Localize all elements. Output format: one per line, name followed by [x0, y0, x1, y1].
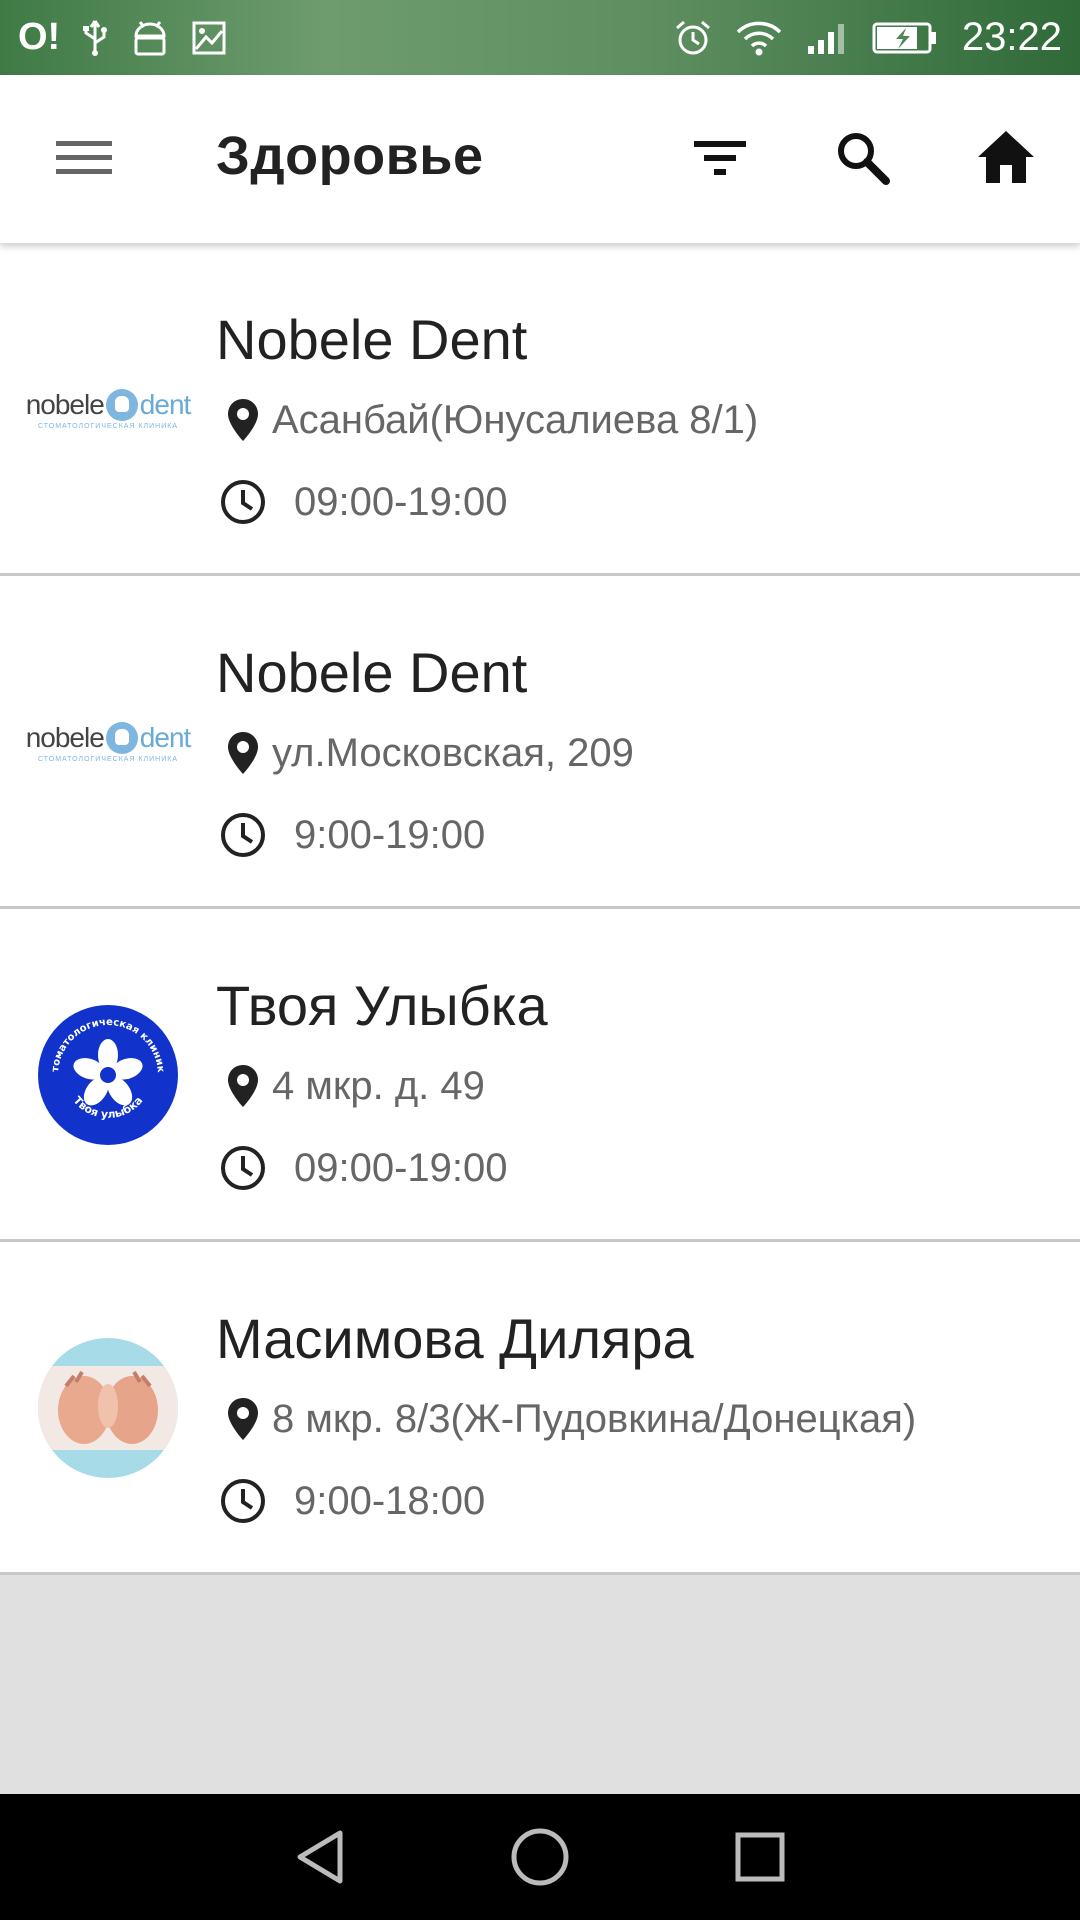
- status-right: 23:22: [674, 15, 1062, 60]
- item-title: Масимова Диляра: [216, 1307, 694, 1370]
- filter-icon[interactable]: [688, 125, 752, 189]
- hours-row: 9:00-18:00: [216, 1474, 485, 1528]
- list-item[interactable]: Масимова Диляра 8 мкр. 8/3(Ж-Пудовкина/Д…: [0, 1242, 1080, 1575]
- list-item[interactable]: nobele dent СТОМАТОЛОГИЧЕСКАЯ КЛИНИКА No…: [0, 576, 1080, 909]
- address-row: 4 мкр. д. 49: [216, 1059, 485, 1113]
- clock-icon: [216, 1474, 270, 1528]
- hours-text: 9:00-18:00: [294, 1478, 486, 1523]
- address-text: Асанбай(Юнусалиева 8/1): [272, 397, 759, 442]
- address-row: 8 мкр. 8/3(Ж-Пудовкина/Донецкая): [216, 1392, 916, 1446]
- list-item[interactable]: nobele dent СТОМАТОЛОГИЧЕСКАЯ КЛИНИКА No…: [0, 243, 1080, 576]
- clock-icon: [216, 808, 270, 862]
- wifi-icon: [736, 20, 782, 56]
- address-text: 4 мкр. д. 49: [272, 1063, 485, 1108]
- clock-icon: [216, 475, 270, 529]
- list-item[interactable]: Стоматологическая клиника Твоя улыбка Тв…: [0, 909, 1080, 1242]
- item-title: Nobele Dent: [216, 308, 528, 371]
- clock-icon: [216, 1141, 270, 1195]
- hours-text: 9:00-19:00: [294, 812, 486, 857]
- hours-row: 09:00-19:00: [216, 475, 508, 529]
- item-title: Nobele Dent: [216, 641, 528, 704]
- location-pin-icon: [216, 726, 270, 780]
- search-icon[interactable]: [830, 125, 894, 189]
- home-circle-icon[interactable]: [505, 1822, 575, 1892]
- android-icon: [130, 20, 170, 56]
- app-bar: Здоровье: [0, 75, 1080, 243]
- battery-charging-icon: [872, 20, 938, 56]
- address-text: 8 мкр. 8/3(Ж-Пудовкина/Донецкая): [272, 1396, 917, 1441]
- nobele-dent-logo: nobele dent СТОМАТОЛОГИЧЕСКАЯ КЛИНИКА: [25, 388, 191, 430]
- status-left: O!: [18, 16, 226, 59]
- address-row: Асанбай(Юнусалиева 8/1): [216, 393, 758, 447]
- back-icon[interactable]: [285, 1822, 355, 1892]
- alarm-icon: [674, 19, 712, 57]
- location-pin-icon: [216, 393, 270, 447]
- usb-icon: [82, 19, 108, 57]
- tvoya-ulybka-logo: Стоматологическая клиника Твоя улыбка: [32, 995, 180, 1147]
- location-pin-icon: [216, 1059, 270, 1113]
- nobele-dent-logo: nobele dent СТОМАТОЛОГИЧЕСКАЯ КЛИНИКА: [25, 721, 191, 763]
- recents-icon[interactable]: [725, 1822, 795, 1892]
- home-icon[interactable]: [974, 125, 1038, 189]
- address-text: ул.Московская, 209: [272, 730, 634, 775]
- menu-icon[interactable]: [56, 133, 112, 183]
- item-title: Твоя Улыбка: [216, 974, 548, 1037]
- hours-text: 09:00-19:00: [294, 479, 508, 524]
- location-pin-icon: [216, 1392, 270, 1446]
- hands-photo-avatar: [36, 1336, 180, 1480]
- hours-row: 09:00-19:00: [216, 1141, 508, 1195]
- tooth-icon: [105, 388, 138, 421]
- page-title: Здоровье: [216, 126, 484, 186]
- carrier-label: O!: [18, 16, 61, 58]
- tooth-icon: [105, 721, 138, 754]
- hours-row: 9:00-19:00: [216, 808, 485, 862]
- address-row: ул.Московская, 209: [216, 726, 634, 780]
- clock: 23:22: [961, 15, 1062, 59]
- status-bar: O! 23:22: [0, 0, 1080, 75]
- image-icon: [192, 21, 226, 55]
- clinic-list: nobele dent СТОМАТОЛОГИЧЕСКАЯ КЛИНИКА No…: [0, 243, 1080, 1575]
- hours-text: 09:00-19:00: [294, 1145, 508, 1190]
- system-nav-bar: [0, 1794, 1080, 1920]
- signal-icon: [806, 20, 848, 56]
